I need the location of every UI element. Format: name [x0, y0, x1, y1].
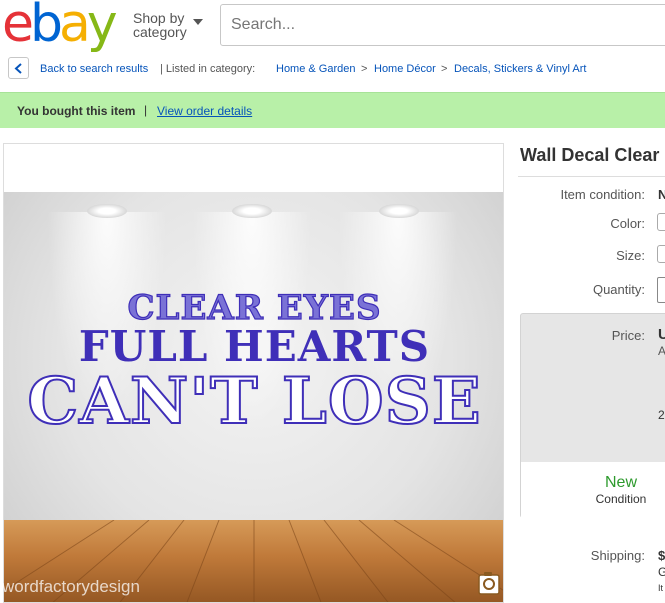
back-to-search-link[interactable]: Back to search results [40, 63, 148, 75]
condition-label: Condition [595, 492, 647, 506]
title-divider [518, 176, 665, 177]
condition-new: New [604, 474, 637, 491]
shop-by-category-button[interactable]: Shop by category [133, 10, 203, 40]
ebay-logo[interactable]: ebay [2, 0, 118, 54]
item-condition-value: N [658, 187, 665, 202]
zoom-icon[interactable] [478, 571, 500, 595]
ceiling-light-icon [232, 204, 272, 218]
listed-in-label: | Listed in category: [160, 63, 256, 75]
breadcrumb-item-decals[interactable]: Decals, Stickers & Vinyl Art [454, 63, 586, 75]
color-label: Color: [610, 216, 645, 231]
purchase-notice-bar: You bought this item | View order detail… [0, 92, 665, 128]
bought-item-text: You bought this item [17, 104, 136, 118]
chevron-left-icon [14, 63, 22, 74]
shipping-label: Shipping: [590, 548, 645, 563]
size-select[interactable] [657, 245, 665, 263]
color-select[interactable] [657, 213, 665, 231]
image-watermark: wordfactorydesign [2, 577, 140, 596]
notice-separator: | [144, 103, 148, 117]
category-label: category [133, 24, 187, 40]
shipping-location: It [658, 583, 664, 593]
shop-by-label: Shop by [133, 10, 185, 26]
product-image-panel[interactable]: CLEAR EYES FULL HEARTS CAN'T LOSE [3, 143, 504, 603]
price-label: Price: [611, 328, 645, 343]
logo-letter-a: a [59, 0, 91, 54]
price-approx: A [658, 344, 665, 358]
size-label: Size: [616, 248, 645, 263]
price-value: U [658, 326, 665, 343]
logo-letter-e: e [2, 0, 34, 54]
view-order-details-link[interactable]: View order details [157, 104, 252, 118]
ceiling-light-icon [87, 204, 127, 218]
item-title: Wall Decal Clear [520, 145, 660, 165]
breadcrumb: Back to search results | Listed in categ… [0, 56, 665, 82]
breadcrumb-separator: > [361, 63, 368, 75]
shipping-value: $ [658, 548, 665, 563]
back-button[interactable] [8, 57, 29, 79]
quantity-input[interactable] [657, 277, 665, 303]
product-image: CLEAR EYES FULL HEARTS CAN'T LOSE [4, 192, 503, 602]
header: ebay Shop by category [0, 0, 665, 54]
shipping-method: G [658, 565, 665, 579]
chevron-down-icon [193, 19, 203, 25]
logo-letter-b: b [30, 0, 63, 54]
breadcrumb-item-home-decor[interactable]: Home Décor [374, 63, 436, 75]
breadcrumb-separator: > [441, 63, 448, 75]
price-box: New Condition [520, 313, 665, 519]
decal-line-3: CAN'T LOSE [26, 363, 482, 440]
ceiling-light-icon [379, 204, 419, 218]
logo-letter-y: y [86, 0, 118, 54]
search-input[interactable] [220, 4, 665, 46]
price-number: 2 [658, 408, 665, 422]
breadcrumb-item-home-garden[interactable]: Home & Garden [276, 63, 355, 75]
quantity-label: Quantity: [592, 282, 645, 297]
item-condition-label: Item condition: [560, 187, 645, 202]
